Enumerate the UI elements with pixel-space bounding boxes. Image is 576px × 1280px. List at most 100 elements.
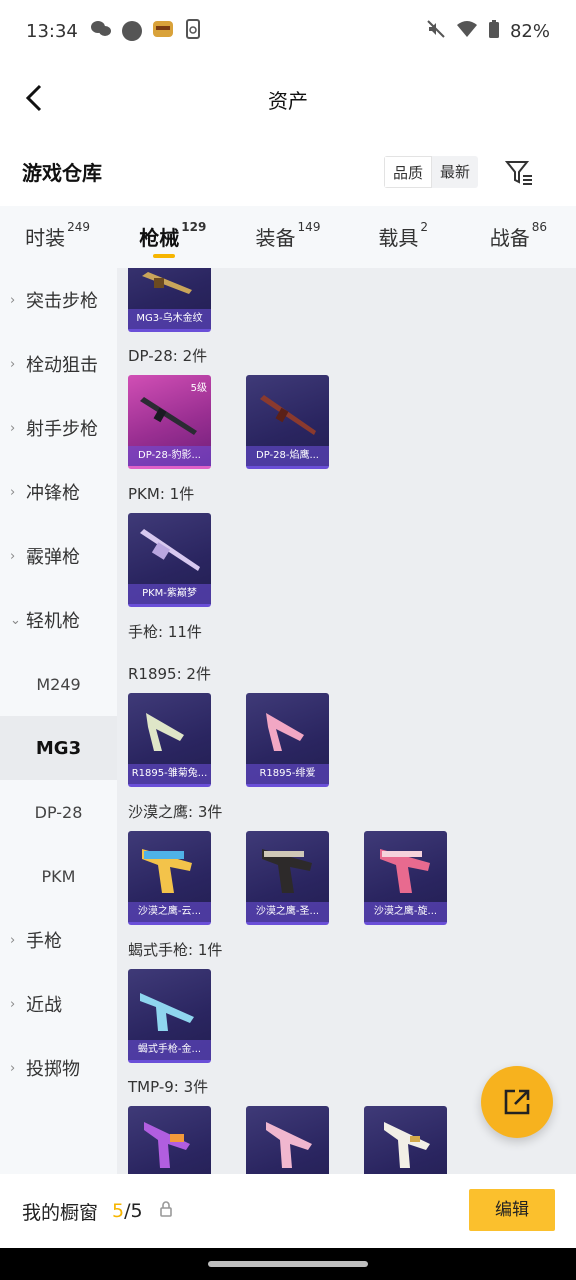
battery-icon [488,19,500,44]
sidebar-sub-mg3[interactable]: MG3 [0,716,117,780]
tab-count: 2 [420,220,429,234]
chevron-left-icon [25,84,42,112]
category-tabs: 时装 249 枪械 129 装备 149 载具 2 战备 86 [0,206,576,268]
group-label-r1895: R1895: 2件 [128,665,211,683]
weapon-card-r1895-1[interactable]: R1895-雏菊兔... [128,693,211,787]
status-time: 13:34 [26,20,78,42]
tab-supplies[interactable]: 战备 86 [461,206,576,268]
game-app-icon [152,19,174,44]
sidebar-item-lmg[interactable]: ⌄ 轻机枪 [0,588,117,652]
weapon-card-r1895-2[interactable]: R1895-绯爱 [246,693,329,787]
card-caption: MG3-乌木金纹 [128,309,211,329]
edit-button[interactable]: 编辑 [469,1189,555,1231]
sidebar-sub-dp28[interactable]: DP-28 [0,780,117,844]
battery-percent: 82% [509,20,550,42]
weapon-card-tmp9-2[interactable] [246,1106,329,1174]
weapon-card-tmp9-3[interactable] [364,1106,447,1174]
sidebar-item-pistol[interactable]: › 手枪 [0,908,117,972]
revolver-icon [146,713,184,751]
pistol-icon [262,849,312,893]
tab-count: 86 [531,220,548,234]
chevron-right-icon: › [10,356,16,372]
showcase-bar: 我的橱窗 5/5 编辑 [0,1174,576,1248]
filter-icon [504,161,532,185]
sidebar-item-assault-rifle[interactable]: › 突击步枪 [0,268,117,332]
lock-icon [159,1201,173,1221]
tab-label: 战备 [489,226,530,250]
chevron-right-icon: › [10,420,16,436]
sidebar-item-label: 射手步枪 [26,419,98,440]
system-nav-bar [0,1248,576,1280]
card-caption: DP-28-焰鹰... [246,446,329,466]
sidebar-item-label: 投掷物 [26,1059,80,1080]
tab-equipment[interactable]: 装备 149 [230,206,345,268]
warehouse-title: 游戏仓库 [22,160,102,185]
filter-button[interactable] [504,158,534,188]
card-caption: 沙漠之鹰-圣... [246,902,329,922]
weapon-card-deagle-3[interactable]: 沙漠之鹰-旋... [364,831,447,925]
sidebar-item-label: 突击步枪 [26,291,98,312]
tab-count: 249 [67,220,91,234]
wifi-icon [456,20,478,43]
home-gesture-handle[interactable] [208,1261,368,1267]
weapon-card-dp28-1[interactable]: 5级 DP-28-豹影... [128,375,211,469]
tab-count: 129 [181,220,207,234]
gun-icon [142,272,192,294]
sidebar-item-marksman-rifle[interactable]: › 射手步枪 [0,396,117,460]
chevron-right-icon: › [10,484,16,500]
app-notification-icon [121,21,142,41]
tab-weapons[interactable]: 枪械 129 [115,206,230,268]
weapon-card-tmp9-1[interactable] [128,1106,211,1174]
weapon-card-deagle-2[interactable]: 沙漠之鹰-圣... [246,831,329,925]
sidebar-sub-m249[interactable]: M249 [0,652,117,716]
sidebar-item-melee[interactable]: › 近战 [0,972,117,1036]
tab-fashion[interactable]: 时装 249 [0,206,115,268]
sidebar-sub-pkm[interactable]: PKM [0,844,117,908]
chevron-right-icon: › [10,932,16,948]
sidebar-item-throwable[interactable]: › 投掷物 [0,1036,117,1100]
weapon-card-deagle-1[interactable]: 沙漠之鹰-云... [128,831,211,925]
share-external-icon [504,1089,530,1115]
showcase-total-count: /5 [124,1200,143,1222]
sort-quality-button[interactable]: 品质 [384,156,433,188]
smg-icon [266,1122,312,1168]
card-caption: DP-28-豹影... [128,446,211,466]
group-label-desert-eagle: 沙漠之鹰: 3件 [128,803,223,821]
showcase-used-count: 5 [112,1200,125,1222]
sidebar-item-label: 栓动狙击 [26,355,98,376]
share-fab-button[interactable] [481,1066,553,1138]
card-caption: 蝎式手枪-金... [128,1040,211,1060]
warehouse-row: 游戏仓库 品质 最新 [0,136,576,206]
sidebar-item-label: 轻机枪 [26,611,80,632]
revolver-icon [266,713,304,751]
weapon-card-dp28-2[interactable]: DP-28-焰鹰... [246,375,329,469]
tab-vehicles[interactable]: 载具 2 [346,206,461,268]
card-caption: R1895-绯爱 [246,764,329,784]
status-bar: 13:34 82% [0,0,576,62]
sort-toggle: 品质 最新 [384,156,479,188]
tab-label: 载具 [378,226,419,250]
sidebar-item-shotgun[interactable]: › 霰弹枪 [0,524,117,588]
chevron-right-icon: › [10,548,16,564]
sidebar-item-smg[interactable]: › 冲锋枪 [0,460,117,524]
weapon-category-sidebar: › 突击步枪 › 栓动狙击 › 射手步枪 › 冲锋枪 › 霰弹枪 ⌄ 轻机枪 M249 MG… [0,268,117,1174]
tab-count: 149 [297,220,321,234]
pistol-icon [380,849,430,893]
back-button[interactable] [16,80,52,116]
wechat-icon [90,19,112,44]
showcase-label: 我的橱窗 [22,1201,99,1224]
sidebar-item-bolt-sniper[interactable]: › 栓动狙击 [0,332,117,396]
gun-icon [140,397,197,435]
sort-latest-button[interactable]: 最新 [432,156,478,188]
card-caption: PKM-紫巅梦 [128,584,211,604]
sidebar-item-label: 冲锋枪 [26,483,80,504]
tab-label: 时装 [25,226,66,250]
showcase-count: 5/5 [112,1200,143,1222]
weapon-card-pkm[interactable]: PKM-紫巅梦 [128,513,211,607]
chevron-right-icon: › [10,292,16,308]
weapon-grid: MG3-乌木金纹 DP-28: 2件 5级 DP-28-豹影... DP-28-… [117,268,576,1174]
sidebar-item-label: 近战 [26,995,62,1016]
weapon-card-mg3[interactable]: MG3-乌木金纹 [128,268,211,332]
weapon-card-scorpion[interactable]: 蝎式手枪-金... [128,969,211,1063]
pistol-icon [142,849,192,893]
